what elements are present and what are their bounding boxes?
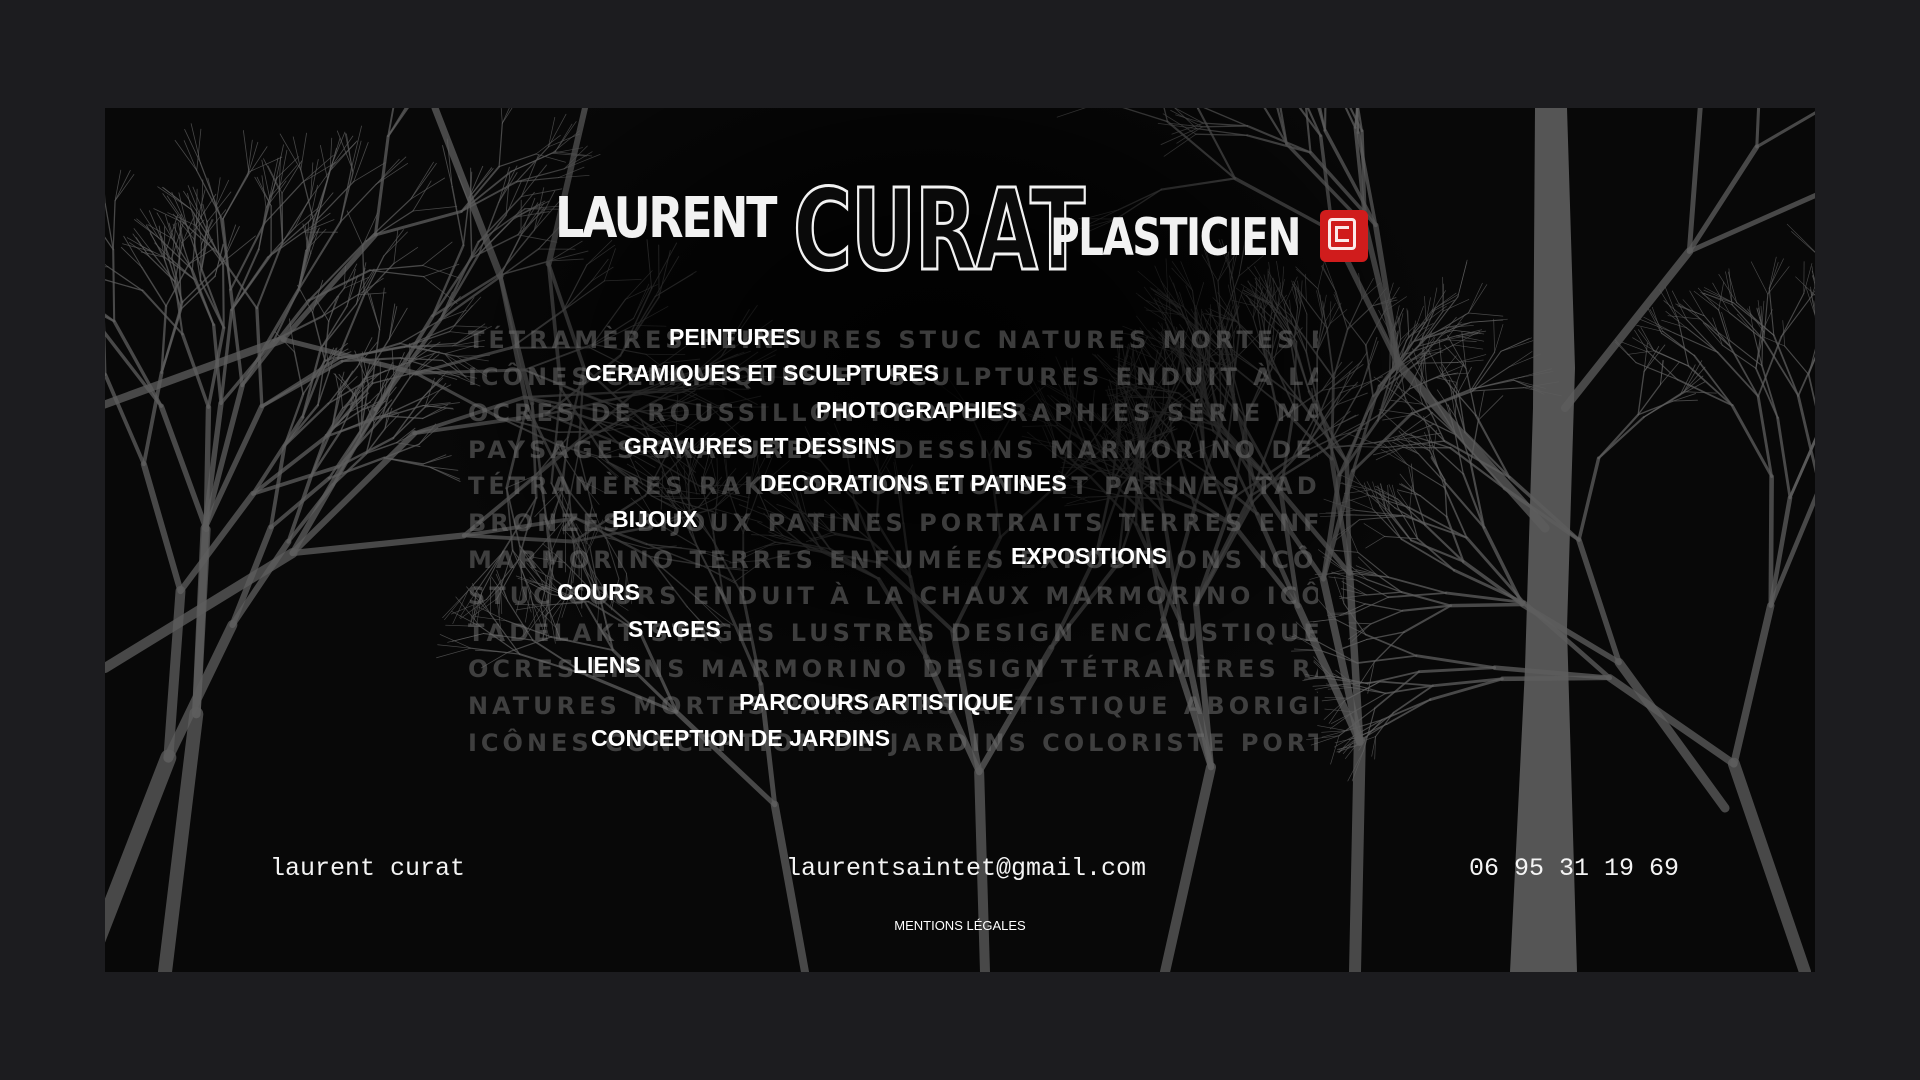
background-word-row: MARMORINO TERRES ENFUMÉES EXPOSITIONS IC…	[468, 545, 1318, 574]
menu-item-ceramiques-sculptures[interactable]: CERAMIQUES ET SCULPTURES	[585, 360, 939, 387]
menu-item-gravures-dessins[interactable]: GRAVURES ET DESSINS	[624, 433, 896, 460]
menu-item-liens[interactable]: LIENS	[573, 652, 641, 679]
background-word-row: BRONZES BIJOUX PATINES PORTRAITS TERRES …	[468, 508, 1318, 537]
background-word-row: TADELAKT STAGES LUSTRES DESIGN ENCAUSTIQ…	[468, 618, 1318, 647]
logo-suffix: PLASTICIEN	[1050, 208, 1301, 268]
menu-item-conception-jardins[interactable]: CONCEPTION DE JARDINS	[591, 725, 890, 752]
menu-item-decorations-patines[interactable]: DECORATIONS ET PATINES	[760, 470, 1067, 497]
logo-stamp-icon	[1320, 210, 1368, 262]
menu-item-photographies[interactable]: PHOTOGRAPHIES	[816, 397, 1018, 424]
footer-name: laurent curat	[270, 854, 466, 883]
footer-email-link[interactable]: laurentsaintet@gmail.com	[786, 854, 1146, 883]
legal-link[interactable]: MENTIONS LÉGALES	[894, 918, 1025, 933]
menu-item-peintures[interactable]: PEINTURES	[669, 324, 801, 351]
stamp-letter	[1335, 226, 1349, 242]
site-logo[interactable]: LAURENT CURAT PLASTICIEN	[555, 158, 1405, 298]
menu-item-bijoux[interactable]: BIJOUX	[612, 506, 698, 533]
hero-panel: TÉTRAMÈRES PEINTURES STUC NATURES MORTES…	[105, 108, 1815, 972]
menu-item-expositions[interactable]: EXPOSITIONS	[1011, 543, 1167, 570]
menu-item-cours[interactable]: COURS	[557, 579, 640, 606]
menu-item-parcours-artistique[interactable]: PARCOURS ARTISTIQUE	[739, 689, 1014, 716]
background-word-row: TÉTRAMÈRES PEINTURES STUC NATURES MORTES…	[468, 326, 1318, 354]
menu-item-stages[interactable]: STAGES	[628, 616, 721, 643]
legal-notice: MENTIONS LÉGALES	[105, 918, 1815, 933]
logo-last-name: CURAT	[792, 165, 1086, 298]
logo-first-name: LAURENT	[555, 186, 777, 251]
footer-phone: 06 95 31 19 69	[1469, 854, 1680, 883]
